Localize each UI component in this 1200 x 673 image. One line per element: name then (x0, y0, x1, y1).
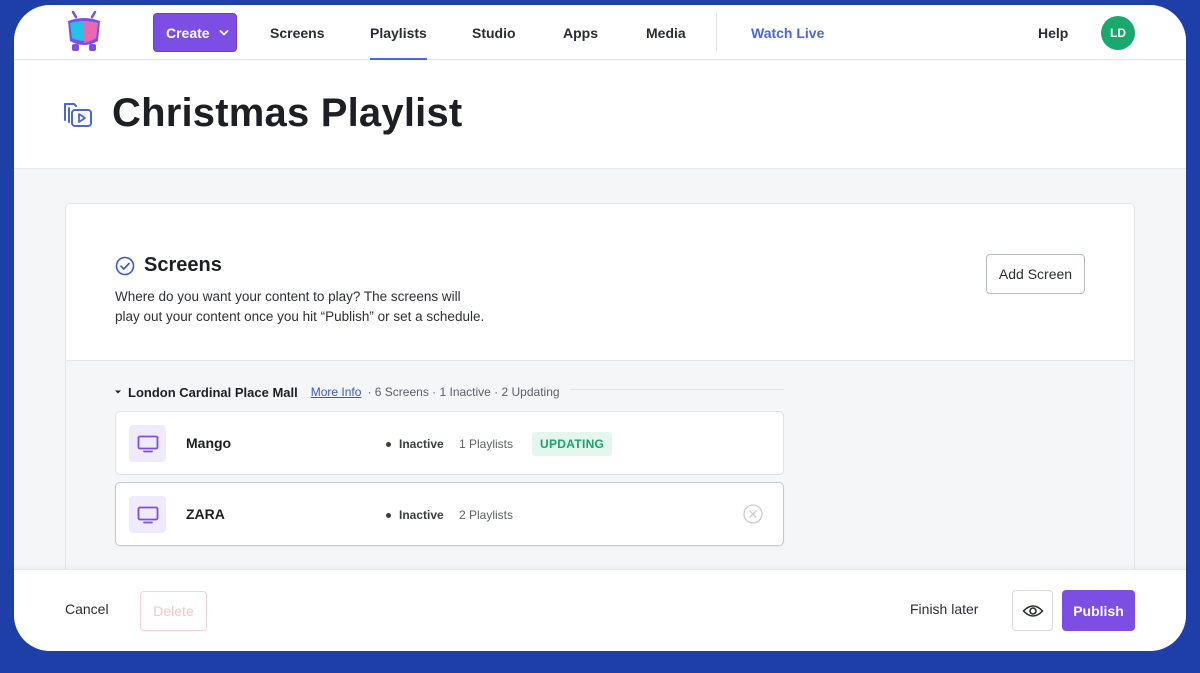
screen-list: London Cardinal Place Mall More Info · 6… (66, 361, 1134, 584)
check-circle-icon (115, 256, 135, 276)
status-dot (386, 441, 391, 447)
chevron-down-icon (219, 29, 228, 35)
playlist-icon (64, 103, 92, 127)
user-avatar[interactable]: LD (1101, 16, 1135, 50)
screen-status: Inactive (386, 508, 444, 522)
screen-row[interactable]: ZARA Inactive 2 Playlists (115, 482, 784, 546)
screen-row[interactable]: Mango Inactive 1 Playlists UPDATING (115, 411, 784, 475)
screen-status: Inactive (386, 437, 444, 451)
group-meta: · 6 Screens · 1 Inactive · 2 Updating (367, 385, 560, 399)
nav-item-apps[interactable]: Apps (563, 5, 598, 60)
screen-thumbnail (129, 425, 166, 462)
screen-name: ZARA (186, 506, 225, 522)
group-name[interactable]: London Cardinal Place Mall (128, 385, 298, 400)
help-label: Help (1038, 24, 1069, 41)
add-screen-button[interactable]: Add Screen (986, 254, 1085, 294)
watch-live-label: Watch Live (751, 24, 825, 41)
footer-bar: Cancel Delete Finish later Publish (14, 569, 1186, 651)
screen-name: Mango (186, 435, 232, 451)
playlist-count: 1 Playlists (459, 437, 514, 451)
nav-item-label: Media (646, 24, 686, 41)
watch-live-link[interactable]: Watch Live (751, 5, 824, 60)
app-logo[interactable] (64, 11, 104, 53)
delete-button[interactable]: Delete (140, 591, 207, 631)
publish-button[interactable]: Publish (1062, 590, 1135, 631)
eye-icon (1022, 604, 1043, 617)
page-title: Christmas Playlist (112, 91, 463, 135)
screen-thumbnail (129, 496, 166, 533)
updating-badge: UPDATING (532, 432, 613, 456)
remove-screen-icon[interactable] (743, 504, 763, 524)
finish-later-button[interactable]: Finish later (910, 601, 978, 617)
more-info-link[interactable]: More Info (311, 385, 362, 399)
help-link[interactable]: Help (1038, 5, 1068, 60)
screen-group-header: London Cardinal Place Mall More Info · 6… (114, 382, 570, 402)
status-label: Inactive (399, 508, 444, 522)
nav-divider (716, 13, 717, 51)
cancel-button[interactable]: Cancel (65, 601, 109, 617)
nav-item-label: Screens (270, 24, 325, 41)
caret-down-icon[interactable] (114, 388, 122, 396)
screens-card: Screens Where do you want your content t… (65, 203, 1135, 584)
top-nav: Create Screens Playlists Studio Apps Med… (14, 5, 1186, 60)
nav-item-screens[interactable]: Screens (270, 5, 324, 60)
page-header: Christmas Playlist (14, 61, 1186, 169)
preview-button[interactable] (1012, 590, 1053, 631)
nav-item-playlists[interactable]: Playlists (370, 5, 427, 60)
create-button-label: Create (166, 24, 210, 41)
status-dot (386, 512, 391, 518)
nav-item-label: Studio (472, 24, 516, 41)
monitor-icon (137, 435, 158, 452)
status-label: Inactive (399, 437, 444, 451)
nav-item-studio[interactable]: Studio (472, 5, 516, 60)
create-button[interactable]: Create (153, 13, 237, 52)
monitor-icon (137, 506, 158, 523)
nav-item-label: Apps (563, 24, 598, 41)
section-description: Where do you want your content to play? … (115, 289, 485, 324)
section-title: Screens (144, 254, 222, 276)
nav-item-label: Playlists (370, 24, 427, 41)
nav-item-media[interactable]: Media (646, 5, 686, 60)
playlist-count: 2 Playlists (459, 508, 514, 522)
app-window: Create Screens Playlists Studio Apps Med… (14, 5, 1186, 651)
